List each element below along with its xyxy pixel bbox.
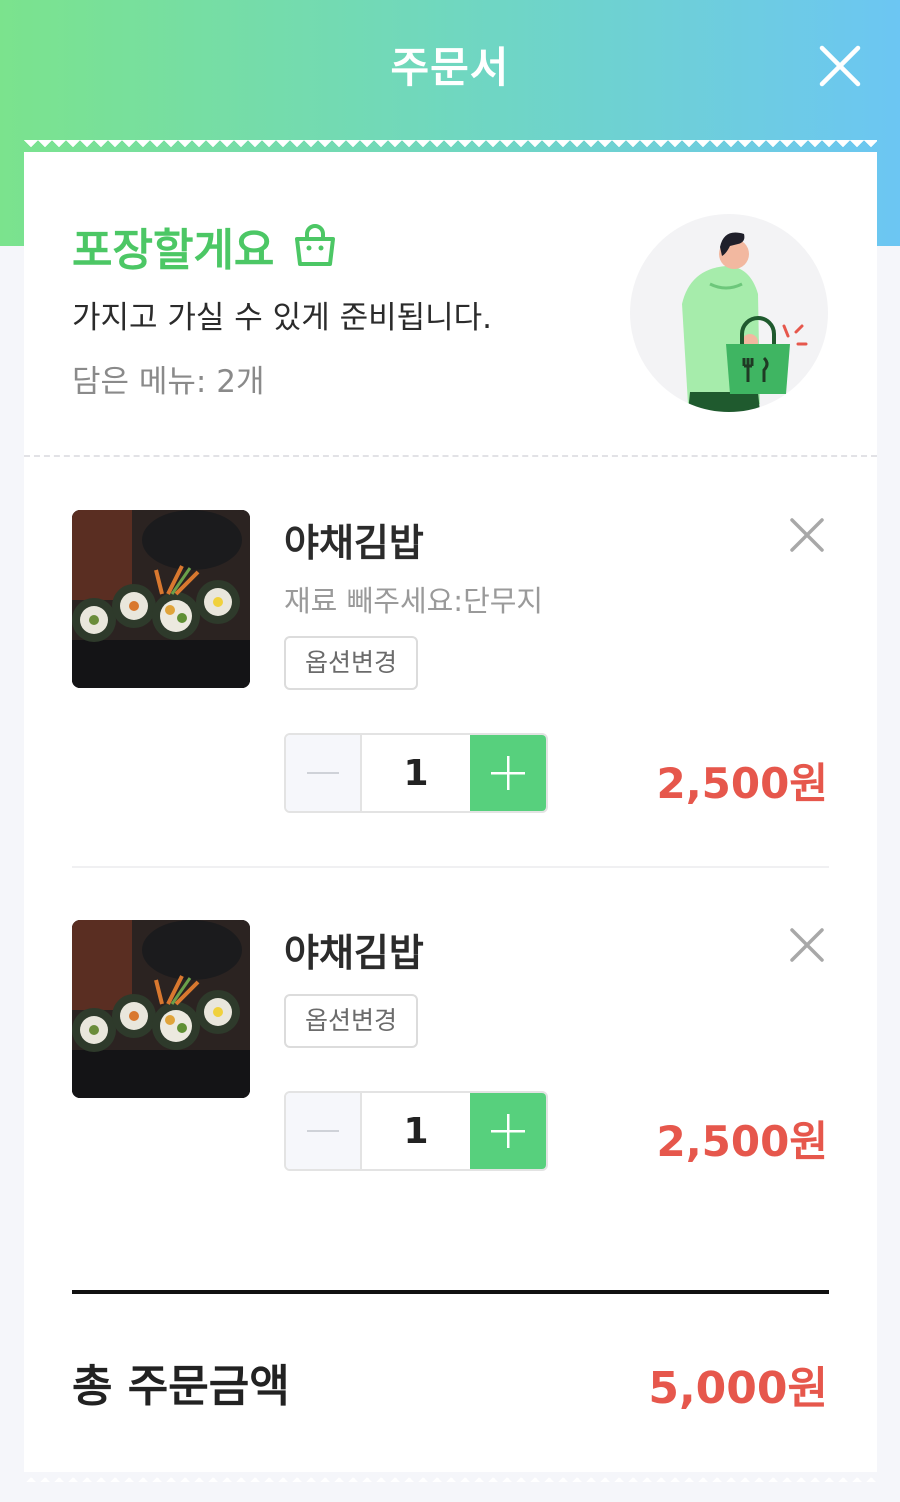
takeout-description: 가지고 가실 수 있게 준비됩니다. <box>72 300 493 336</box>
item-divider <box>72 866 829 868</box>
section-divider <box>24 455 877 457</box>
item-name: 야채김밥 <box>284 931 424 975</box>
takeout-title-text: 포장할게요 <box>72 225 275 276</box>
item-name: 야채김밥 <box>284 521 424 565</box>
kimbap-photo <box>72 510 250 688</box>
increase-quantity-button[interactable] <box>470 1093 546 1169</box>
decrease-quantity-button[interactable] <box>286 1093 362 1169</box>
close-icon[interactable] <box>812 38 868 94</box>
takeout-illustration <box>630 214 828 412</box>
item-option-text: 재료 빼주세요:단무지 <box>284 584 544 618</box>
menu-count: 담은 메뉴: 2개 <box>72 364 265 400</box>
takeout-title: 포장할게요 <box>72 214 338 278</box>
decrease-quantity-button[interactable] <box>286 735 362 811</box>
quantity-value: 1 <box>403 1110 429 1152</box>
change-option-button[interactable]: 옵션변경 <box>284 994 418 1048</box>
quantity-stepper: 1 <box>284 1091 548 1171</box>
total-value: 5,000원 <box>648 1363 828 1414</box>
minus-icon <box>307 772 339 774</box>
increase-quantity-button[interactable] <box>470 735 546 811</box>
kimbap-photo <box>72 920 250 1098</box>
minus-icon <box>307 1130 339 1132</box>
total-label: 총 주문금액 <box>72 1361 290 1412</box>
item-price: 2,500원 <box>656 759 829 808</box>
plus-icon <box>491 756 525 790</box>
quantity-stepper: 1 <box>284 733 548 813</box>
plus-icon <box>491 1114 525 1148</box>
total-divider <box>72 1290 829 1294</box>
shopping-bag-icon <box>292 223 338 269</box>
remove-item-icon[interactable] <box>788 516 826 554</box>
remove-item-icon[interactable] <box>788 926 826 964</box>
item-price: 2,500원 <box>656 1117 829 1166</box>
card-zigzag-bottom <box>24 1470 877 1482</box>
change-option-button[interactable]: 옵션변경 <box>284 636 418 690</box>
page-title: 주문서 <box>390 43 510 92</box>
quantity-value: 1 <box>403 752 429 794</box>
